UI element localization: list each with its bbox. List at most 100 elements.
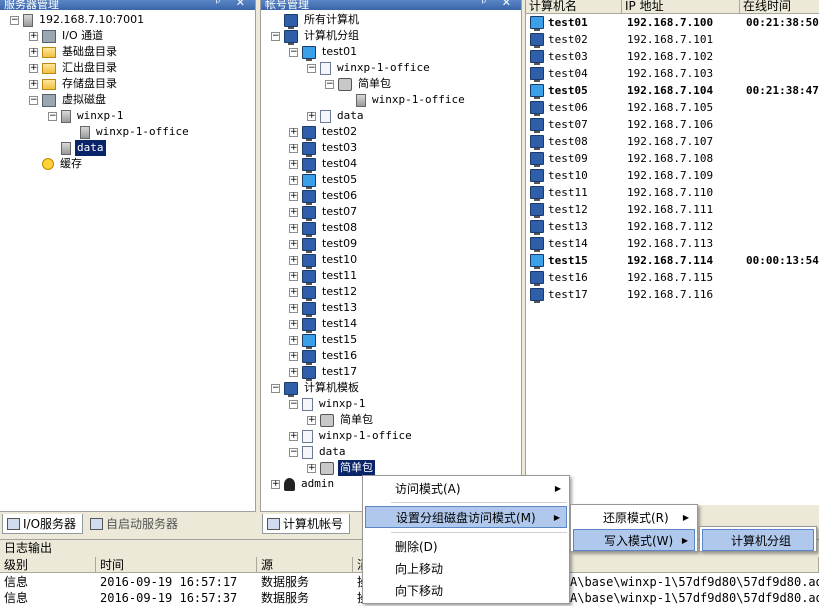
collapse-icon[interactable]: − <box>289 47 298 57</box>
tree-node[interactable]: − 计算机模板 <box>271 380 361 397</box>
collapse-icon[interactable]: − <box>271 31 280 41</box>
expand-icon[interactable]: + <box>289 239 298 249</box>
expand-icon[interactable]: + <box>289 303 298 313</box>
expand-icon[interactable]: + <box>29 47 38 57</box>
expand-icon[interactable]: + <box>289 255 298 265</box>
tree-node[interactable]: + test13 <box>289 300 359 317</box>
collapse-icon[interactable]: − <box>307 63 316 73</box>
expand-icon[interactable]: + <box>29 63 38 73</box>
table-row[interactable]: test15 192.168.7.114 00:00:13:54 <box>526 252 819 269</box>
table-row[interactable]: test10 192.168.7.109 <box>526 167 819 184</box>
expand-icon[interactable]: + <box>289 223 298 233</box>
tree-node[interactable]: + test04 <box>289 156 359 173</box>
tree-node[interactable]: + test03 <box>289 140 359 157</box>
collapse-icon[interactable]: − <box>289 447 298 457</box>
expand-icon[interactable]: + <box>29 79 38 89</box>
tree-node[interactable]: 缓存 <box>29 156 84 172</box>
expand-icon[interactable]: + <box>289 319 298 329</box>
log-col-level[interactable]: 级别 <box>0 557 96 573</box>
expand-icon[interactable]: + <box>289 175 298 185</box>
expand-icon[interactable]: + <box>289 191 298 201</box>
tab-autostart-server[interactable]: 自启动服务器 <box>86 514 184 534</box>
expand-icon[interactable]: + <box>289 143 298 153</box>
expand-icon[interactable]: + <box>307 415 316 425</box>
tree-node[interactable]: + test05 <box>289 172 359 189</box>
collapse-icon[interactable]: − <box>48 111 57 121</box>
collapse-icon[interactable]: − <box>271 383 280 393</box>
expand-icon[interactable]: + <box>271 479 280 489</box>
tree-node[interactable]: − 192.168.7.10:7001 <box>10 12 146 28</box>
expand-icon[interactable]: + <box>289 287 298 297</box>
expand-icon[interactable]: + <box>307 463 316 473</box>
menu-item-access-mode[interactable]: 访问模式(A) ▶ <box>365 478 567 500</box>
menu-item-move-down[interactable]: 向下移动 <box>365 580 567 602</box>
tree-node[interactable]: − test01 <box>289 44 359 61</box>
tree-node[interactable]: + 简单包 <box>307 412 375 428</box>
expand-icon[interactable]: + <box>289 159 298 169</box>
tree-node[interactable]: + test06 <box>289 188 359 205</box>
tree-node[interactable]: + test09 <box>289 236 359 253</box>
expand-icon[interactable]: + <box>289 431 298 441</box>
table-row[interactable]: test03 192.168.7.102 <box>526 48 819 65</box>
tree-node[interactable]: − winxp-1-office <box>307 60 432 76</box>
menu-item-set-group-disk-access-mode[interactable]: 设置分组磁盘访问模式(M) ▶ <box>365 506 567 528</box>
menu-item-write-mode[interactable]: 写入模式(W) ▶ <box>573 529 695 551</box>
expand-icon[interactable]: + <box>289 351 298 361</box>
tree-node[interactable]: + test17 <box>289 364 359 381</box>
table-row[interactable]: test04 192.168.7.103 <box>526 65 819 82</box>
tree-node[interactable]: winxp-1-office <box>343 92 467 108</box>
table-row[interactable]: test01 192.168.7.100 00:21:38:50 <box>526 14 819 31</box>
tree-node[interactable]: + 存储盘目录 <box>29 76 119 92</box>
table-row[interactable]: test11 192.168.7.110 <box>526 184 819 201</box>
tree-node[interactable]: + I/O 通道 <box>29 28 105 44</box>
table-row[interactable]: test12 192.168.7.111 <box>526 201 819 218</box>
tree-node[interactable]: + winxp-1-office <box>289 428 414 444</box>
tree-node[interactable]: + data <box>307 108 366 124</box>
tab-io-server[interactable]: I/O服务器 <box>2 514 84 534</box>
expand-icon[interactable]: + <box>289 127 298 137</box>
tree-node[interactable]: + test08 <box>289 220 359 237</box>
server-panel-controls[interactable]: ᵖ ✕ <box>216 0 251 8</box>
account-panel-controls[interactable]: ᵖ ✕ <box>482 0 517 8</box>
collapse-icon[interactable]: − <box>10 15 19 25</box>
col-computer-name[interactable]: 计算机名 <box>526 0 622 14</box>
tab-computer-account[interactable]: 计算机帐号 <box>262 514 351 534</box>
table-row[interactable]: test17 192.168.7.116 <box>526 286 819 303</box>
tree-node[interactable]: + test10 <box>289 252 359 269</box>
collapse-icon[interactable]: − <box>289 399 298 409</box>
expand-icon[interactable]: + <box>289 367 298 377</box>
expand-icon[interactable]: + <box>307 111 316 121</box>
expand-icon[interactable]: + <box>289 335 298 345</box>
expand-icon[interactable]: + <box>29 31 38 41</box>
table-row[interactable]: test07 192.168.7.106 <box>526 116 819 133</box>
tree-node[interactable]: winxp-1-office <box>67 124 191 140</box>
tree-node[interactable]: + test14 <box>289 316 359 333</box>
table-row[interactable]: test05 192.168.7.104 00:21:38:47 <box>526 82 819 99</box>
tree-node[interactable]: − data <box>289 444 348 460</box>
tree-node[interactable]: + 基础盘目录 <box>29 44 119 60</box>
log-col-time[interactable]: 时间 <box>96 557 257 573</box>
table-row[interactable]: test06 192.168.7.105 <box>526 99 819 116</box>
tree-node[interactable]: data <box>48 140 106 156</box>
table-row[interactable]: test08 192.168.7.107 <box>526 133 819 150</box>
tree-node[interactable]: − 计算机分组 <box>271 28 361 45</box>
col-online-time[interactable]: 在线时间 <box>740 0 819 14</box>
tree-node[interactable]: + test16 <box>289 348 359 365</box>
table-row[interactable]: test14 192.168.7.113 <box>526 235 819 252</box>
tree-node[interactable]: + 简单包 <box>307 460 375 476</box>
menu-item-restore-mode[interactable]: 还原模式(R) ▶ <box>573 507 695 529</box>
expand-icon[interactable]: + <box>289 207 298 217</box>
table-row[interactable]: test13 192.168.7.112 <box>526 218 819 235</box>
tree-node[interactable]: − winxp-1 <box>289 396 367 412</box>
tree-node[interactable]: + test15 <box>289 332 359 349</box>
tree-node[interactable]: 所有计算机 <box>271 12 361 29</box>
tree-node[interactable]: − winxp-1 <box>48 108 125 124</box>
tree-node[interactable]: + admin <box>271 476 336 492</box>
tree-node[interactable]: + 汇出盘目录 <box>29 60 119 76</box>
menu-item-computer-group[interactable]: 计算机分组 <box>702 529 814 551</box>
tree-node[interactable]: + test12 <box>289 284 359 301</box>
log-col-source[interactable]: 源 <box>257 557 353 573</box>
table-row[interactable]: test02 192.168.7.101 <box>526 31 819 48</box>
collapse-icon[interactable]: − <box>325 79 334 89</box>
col-ip-address[interactable]: IP 地址 <box>622 0 740 14</box>
